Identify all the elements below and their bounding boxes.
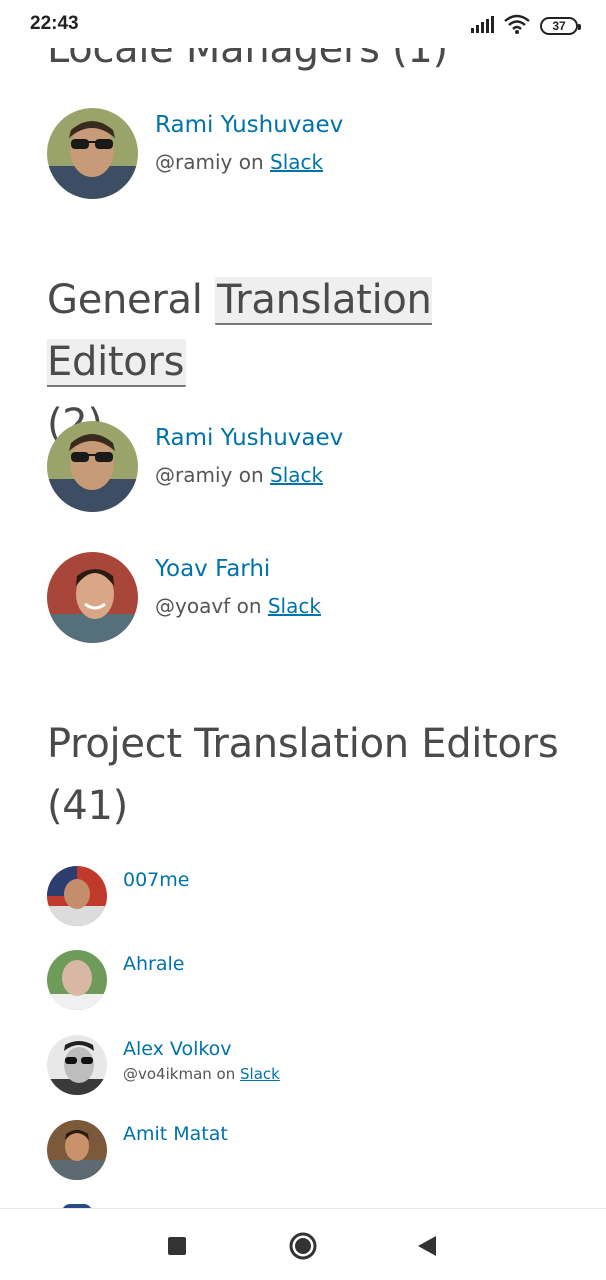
back-button[interactable]	[410, 1229, 444, 1263]
status-bar: 22:43 37	[0, 0, 606, 48]
member-name[interactable]: Ahrale	[123, 950, 184, 978]
member-handle: @ramiy on Slack	[155, 150, 324, 174]
recents-button[interactable]	[160, 1229, 194, 1263]
navigation-bar	[0, 1208, 606, 1280]
member-info: Alex Volkov @vo4ikman on Slack	[123, 1035, 280, 1085]
member-info: Ahrale	[123, 950, 184, 978]
member-info: Rami Yushuvaev @ramiy on Slack	[155, 421, 343, 489]
circle-icon	[289, 1232, 317, 1260]
home-button[interactable]	[286, 1229, 320, 1263]
status-icons: 37	[470, 14, 581, 38]
member-card: 007me	[47, 866, 189, 926]
member-name[interactable]: Amit Matat	[123, 1120, 228, 1148]
avatar[interactable]	[47, 1120, 107, 1180]
member-name[interactable]: Rami Yushuvaev	[155, 421, 343, 455]
avatar[interactable]	[47, 1035, 107, 1095]
avatar[interactable]	[47, 866, 107, 926]
member-handle: @ramiy on Slack	[155, 463, 324, 487]
triangle-back-icon	[418, 1236, 436, 1256]
member-card: Ahrale	[47, 950, 184, 1010]
member-info: 007me	[123, 866, 189, 894]
member-name[interactable]: Yoav Farhi	[155, 552, 321, 586]
member-info: Rami Yushuvaev @ramiy on Slack	[155, 108, 343, 176]
slack-link[interactable]: Slack	[270, 463, 323, 487]
member-handle: @vo4ikman on Slack	[123, 1065, 280, 1083]
slack-link[interactable]: Slack	[268, 594, 321, 618]
member-handle: @yoavf on Slack	[155, 594, 321, 618]
member-card: Amit Matat	[47, 1120, 228, 1180]
member-name[interactable]: Rami Yushuvaev	[155, 108, 343, 142]
member-name[interactable]: Alex Volkov	[123, 1035, 280, 1063]
member-card: Rami Yushuvaev @ramiy on Slack	[47, 421, 343, 512]
signal-icon	[470, 15, 494, 37]
member-name[interactable]: 007me	[123, 866, 189, 894]
member-info: Yoav Farhi @yoavf on Slack	[155, 552, 321, 620]
slack-link[interactable]: Slack	[240, 1065, 280, 1083]
wifi-icon	[504, 14, 530, 38]
avatar[interactable]	[47, 950, 107, 1010]
avatar[interactable]	[47, 108, 138, 199]
battery-indicator: 37	[540, 17, 581, 35]
avatar[interactable]	[47, 421, 138, 512]
member-info: Amit Matat	[123, 1120, 228, 1148]
avatar[interactable]	[47, 552, 138, 643]
member-card: Rami Yushuvaev @ramiy on Slack	[47, 108, 343, 199]
team-page: Locale Managers (1) Rami Yushuvaev @rami…	[0, 0, 606, 1208]
member-card: Alex Volkov @vo4ikman on Slack	[47, 1035, 280, 1095]
square-icon	[168, 1237, 186, 1255]
slack-link[interactable]: Slack	[270, 150, 323, 174]
project-editors-heading: Project Translation Editors (41)	[47, 721, 559, 829]
status-time: 22:43	[30, 13, 79, 34]
member-card: Yoav Farhi @yoavf on Slack	[47, 552, 321, 643]
